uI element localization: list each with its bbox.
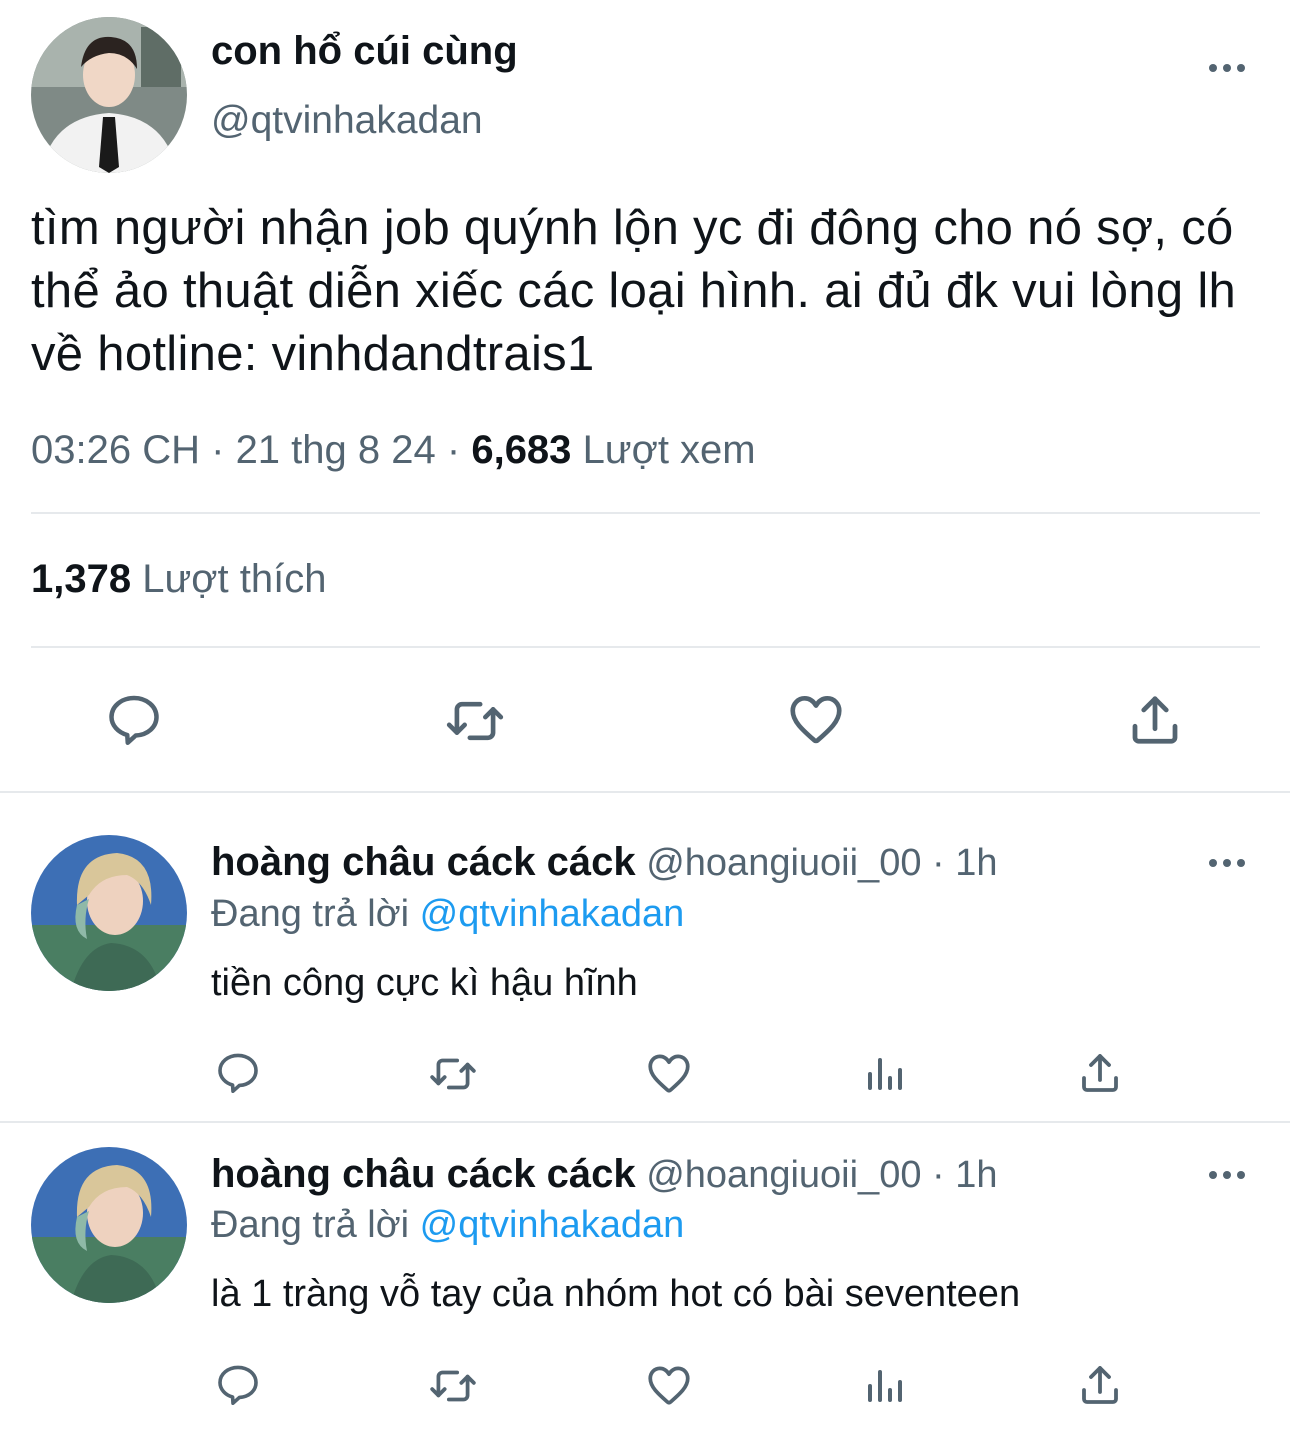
views-icon[interactable] bbox=[860, 1362, 908, 1410]
retweet-icon[interactable] bbox=[425, 1361, 481, 1411]
likes-label: Lượt thích bbox=[142, 557, 327, 601]
author-avatar[interactable] bbox=[31, 17, 187, 173]
tweet-time[interactable]: 03:26 CH bbox=[31, 428, 200, 472]
share-icon[interactable] bbox=[1124, 690, 1186, 750]
reply-text: là 1 tràng vỗ tay của nhóm hot có bài se… bbox=[211, 1273, 1021, 1315]
likes-count: 1,378 bbox=[31, 557, 132, 601]
views-label: Lượt xem bbox=[582, 428, 756, 472]
reply-age[interactable]: 1h bbox=[955, 1154, 997, 1196]
reply-age[interactable]: 1h bbox=[955, 842, 997, 884]
tweet-meta: 03:26 CH · 21 thg 8 24 · 6,683 Lượt xem bbox=[31, 428, 756, 473]
views-icon[interactable] bbox=[860, 1050, 908, 1098]
divider bbox=[31, 512, 1260, 514]
like-icon[interactable] bbox=[785, 688, 847, 750]
share-icon[interactable] bbox=[1076, 1049, 1124, 1097]
more-options-icon[interactable] bbox=[1209, 1171, 1245, 1179]
replying-prefix: Đang trả lời bbox=[211, 1204, 410, 1246]
tweet-date[interactable]: 21 thg 8 24 bbox=[236, 428, 436, 472]
reply-author-handle[interactable]: @hoangiuoii_00 bbox=[646, 1154, 921, 1196]
like-icon[interactable] bbox=[644, 1360, 694, 1410]
reply-avatar[interactable] bbox=[31, 1147, 187, 1303]
reply-header: hoàng châu cáck cáck @hoangiuoii_00 · 1h bbox=[211, 1152, 998, 1197]
replying-to-handle[interactable]: @qtvinhakadan bbox=[420, 1204, 685, 1246]
retweet-icon[interactable] bbox=[425, 1049, 481, 1099]
more-options-icon[interactable] bbox=[1209, 64, 1245, 72]
meta-separator: · bbox=[211, 428, 225, 472]
meta-separator: · bbox=[932, 842, 945, 884]
meta-separator: · bbox=[932, 1154, 945, 1196]
reply-icon[interactable] bbox=[104, 690, 164, 750]
reply-author-name[interactable]: hoàng châu cáck cáck bbox=[211, 840, 636, 884]
divider bbox=[31, 646, 1260, 648]
like-icon[interactable] bbox=[644, 1048, 694, 1098]
reply-avatar[interactable] bbox=[31, 835, 187, 991]
divider bbox=[0, 791, 1290, 793]
replying-to-handle[interactable]: @qtvinhakadan bbox=[420, 893, 685, 935]
reply-header: hoàng châu cáck cáck @hoangiuoii_00 · 1h bbox=[211, 840, 998, 885]
meta-separator: · bbox=[446, 428, 461, 472]
share-icon[interactable] bbox=[1076, 1361, 1124, 1409]
views-count: 6,683 bbox=[471, 428, 572, 472]
author-handle[interactable]: @qtvinhakadan bbox=[211, 99, 483, 143]
reply-text: tiền công cực kì hậu hĩnh bbox=[211, 962, 638, 1004]
divider bbox=[0, 1121, 1290, 1123]
retweet-icon[interactable] bbox=[442, 690, 508, 752]
replying-to: Đang trả lời @qtvinhakadan bbox=[211, 893, 684, 936]
reply-icon[interactable] bbox=[214, 1361, 262, 1409]
author-name[interactable]: con hổ cúi cùng bbox=[211, 29, 518, 74]
likes-summary[interactable]: 1,378 Lượt thích bbox=[31, 557, 326, 602]
reply-author-name[interactable]: hoàng châu cáck cáck bbox=[211, 1152, 636, 1196]
reply-author-handle[interactable]: @hoangiuoii_00 bbox=[646, 842, 921, 884]
replying-to: Đang trả lời @qtvinhakadan bbox=[211, 1204, 684, 1247]
tweet-text: tìm người nhận job quýnh lộn yc đi đông … bbox=[31, 201, 1237, 381]
replying-prefix: Đang trả lời bbox=[211, 893, 410, 935]
more-options-icon[interactable] bbox=[1209, 859, 1245, 867]
reply-icon[interactable] bbox=[214, 1049, 262, 1097]
